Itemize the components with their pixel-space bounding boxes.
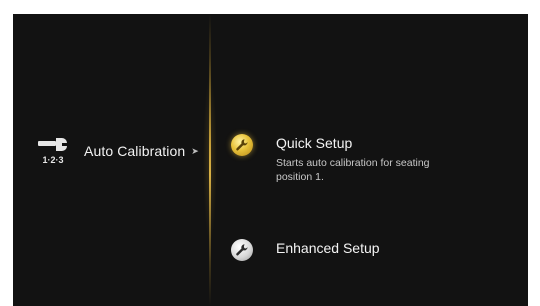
category-label: Auto Calibration [84, 143, 186, 159]
menu-item-enhanced-setup[interactable]: Enhanced Setup [231, 239, 380, 261]
category-arrow-icon: ➤ [191, 145, 199, 156]
menu-divider [209, 14, 211, 306]
tv-frame: 1·2·3 Auto Calibration ➤ Quick Setup Sta… [0, 0, 540, 306]
settings-screen: 1·2·3 Auto Calibration ➤ Quick Setup Sta… [13, 14, 528, 306]
quick-setup-title: Quick Setup [276, 135, 353, 151]
category-number-label: 1·2·3 [42, 155, 63, 165]
enhanced-setup-title: Enhanced Setup [276, 240, 380, 256]
wrench-icon [231, 134, 253, 156]
wrench-icon [231, 239, 253, 261]
menu-item-quick-setup[interactable]: Quick Setup Starts auto calibration for … [231, 134, 446, 184]
wrench-123-icon: 1·2·3 [34, 132, 72, 170]
category-auto-calibration[interactable]: 1·2·3 Auto Calibration ➤ [34, 130, 199, 172]
quick-setup-description: Starts auto calibration for seating posi… [276, 157, 430, 183]
